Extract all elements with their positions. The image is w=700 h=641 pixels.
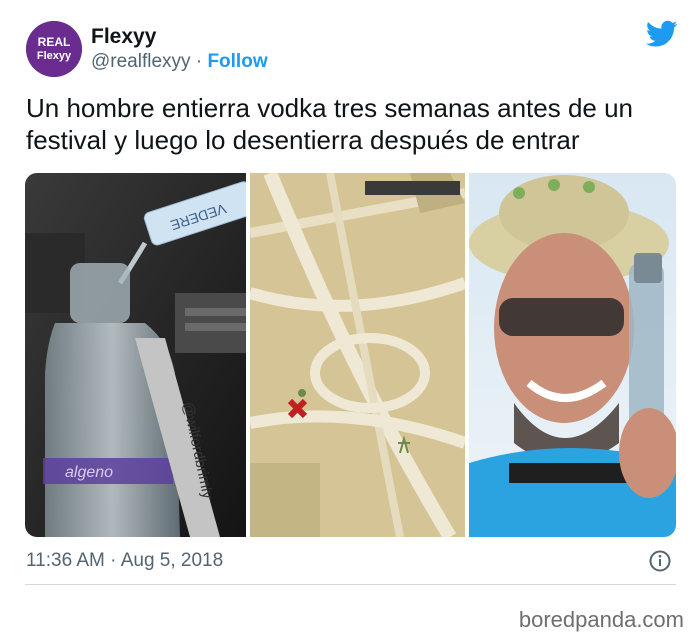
media-photo-selfie[interactable] [469,173,676,537]
avatar-logo: REAL Flexyy [26,21,82,77]
tweet-card: REAL Flexyy Flexyy @realflexyy · Follow … [0,0,700,600]
svg-text:Flexyy: Flexyy [37,50,72,62]
tweet-text: Un hombre entierra vodka tres semanas an… [26,93,634,155]
avatar[interactable]: REAL Flexyy [26,21,82,77]
source-credit: boredpanda.com [518,607,684,632]
info-icon[interactable] [649,550,671,572]
media-photo-map[interactable] [250,173,465,537]
handle[interactable]: @realflexyy [91,51,191,72]
timestamp[interactable]: 11:36 AM · Aug 5, 2018 [26,550,223,572]
svg-text:algeno: algeno [65,464,113,481]
divider [25,584,676,585]
twitter-bird-icon[interactable] [646,20,678,48]
handle-row: @realflexyy · Follow [91,51,268,73]
media-photo-bottle[interactable]: VEDERE algeno @wilfordbrimly [25,173,246,537]
separator: · [190,51,208,72]
svg-text:REAL: REAL [38,35,71,49]
display-name[interactable]: Flexyy [91,25,156,49]
follow-button[interactable]: Follow [207,51,267,72]
media-grid[interactable]: VEDERE algeno @wilfordbrimly [25,173,676,537]
